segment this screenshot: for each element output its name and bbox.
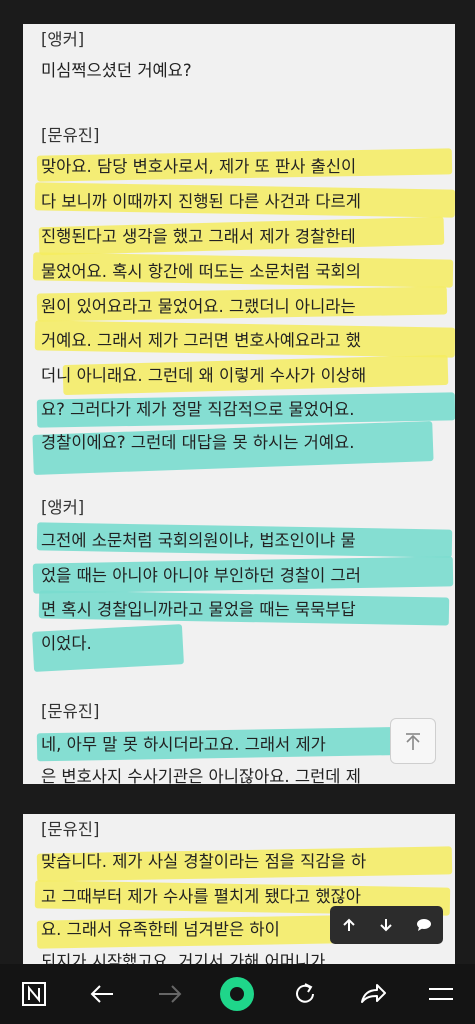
refresh-icon: [296, 983, 315, 1003]
share-icon: [361, 984, 387, 1003]
transcript-line: 경찰이에요? 그런데 대답을 못 하시는 거예요.: [41, 433, 355, 452]
arrow-to-top-icon: [406, 733, 420, 750]
transcript-line: 네, 아무 말 못 하시더라고요. 그래서 제가: [41, 735, 326, 754]
transcript-line: 거예요. 그래서 제가 그러면 변호사예요라고 했: [41, 331, 361, 350]
speaker-label: [앵커]: [41, 498, 85, 517]
transcript-line: 요? 그러다가 제가 정말 직감적으로 물었어요.: [41, 400, 355, 419]
notes-button[interactable]: [12, 972, 56, 1016]
speaker-label: [문유진]: [41, 126, 100, 145]
transcript-line: 은 변호사지 수사기관은 아니잖아요. 그런데 제: [41, 767, 361, 784]
transcript-line: 맞아요. 담당 변호사로서, 제가 또 판사 출신이: [41, 157, 357, 176]
menu-button[interactable]: [419, 972, 463, 1016]
menu-icon: [428, 988, 453, 1000]
transcript-line: 미심쩍으셨던 거예요?: [41, 61, 192, 80]
transcript-line: 이었다.: [41, 634, 92, 653]
floating-toolbar: [330, 906, 443, 944]
transcript-line: 면 혹시 경찰입니까라고 물었을 때는 묵묵부답: [41, 600, 356, 619]
transcript-line: 고 그때부터 제가 수사를 펼치게 됐다고 했잖아: [41, 887, 361, 906]
article-card-1: [앵커] 미심쩍으셨던 거예요? [문유진] 맞아요. 담당 변호사로서, 제가…: [23, 24, 455, 784]
arrow-down-icon[interactable]: [371, 910, 401, 940]
back-icon: [90, 985, 113, 1003]
transcript-line: 맞습니다. 제가 사실 경찰이라는 점을 직감을 하: [41, 852, 367, 871]
transcript-line: 물었어요. 혹시 항간에 떠도는 소문처럼 국회의: [41, 262, 361, 281]
speaker-label: [앵커]: [41, 30, 85, 49]
share-button[interactable]: [351, 972, 395, 1016]
transcript-line: 되지가 시작했고요. 거기서 가해 어머니가: [41, 952, 326, 964]
record-icon: [220, 977, 255, 1011]
comment-icon[interactable]: [409, 910, 439, 940]
forward-button[interactable]: [148, 972, 192, 1016]
transcript-line: 요. 그래서 유족한테 넘겨받은 하이: [41, 920, 280, 939]
bottom-nav-bar: [0, 964, 475, 1024]
scroll-to-top-button[interactable]: [390, 718, 436, 764]
transcript-line: 다 보니까 이때까지 진행된 다른 사건과 다르게: [41, 192, 361, 211]
transcript-line: 진행된다고 생각을 했고 그래서 제가 경찰한테: [41, 227, 356, 246]
notes-icon: [21, 982, 46, 1006]
transcript-line: 그전에 소문처럼 국회의원이냐, 법조인이냐 물: [41, 531, 356, 550]
back-button[interactable]: [80, 972, 124, 1016]
transcript-line: 더니 아니래요. 그런데 왜 이렇게 수사가 이상해: [41, 366, 367, 385]
arrow-up-icon[interactable]: [334, 910, 364, 940]
transcript-line: 었을 때는 아니야 아니야 부인하던 경찰이 그러: [41, 566, 361, 585]
refresh-button[interactable]: [283, 972, 327, 1016]
speaker-label: [문유진]: [41, 702, 100, 721]
forward-icon: [158, 985, 182, 1003]
record-button[interactable]: [215, 972, 259, 1016]
transcript-line: 원이 있어요라고 물었어요. 그랬더니 아니라는: [41, 297, 356, 316]
speaker-label: [문유진]: [41, 820, 100, 839]
